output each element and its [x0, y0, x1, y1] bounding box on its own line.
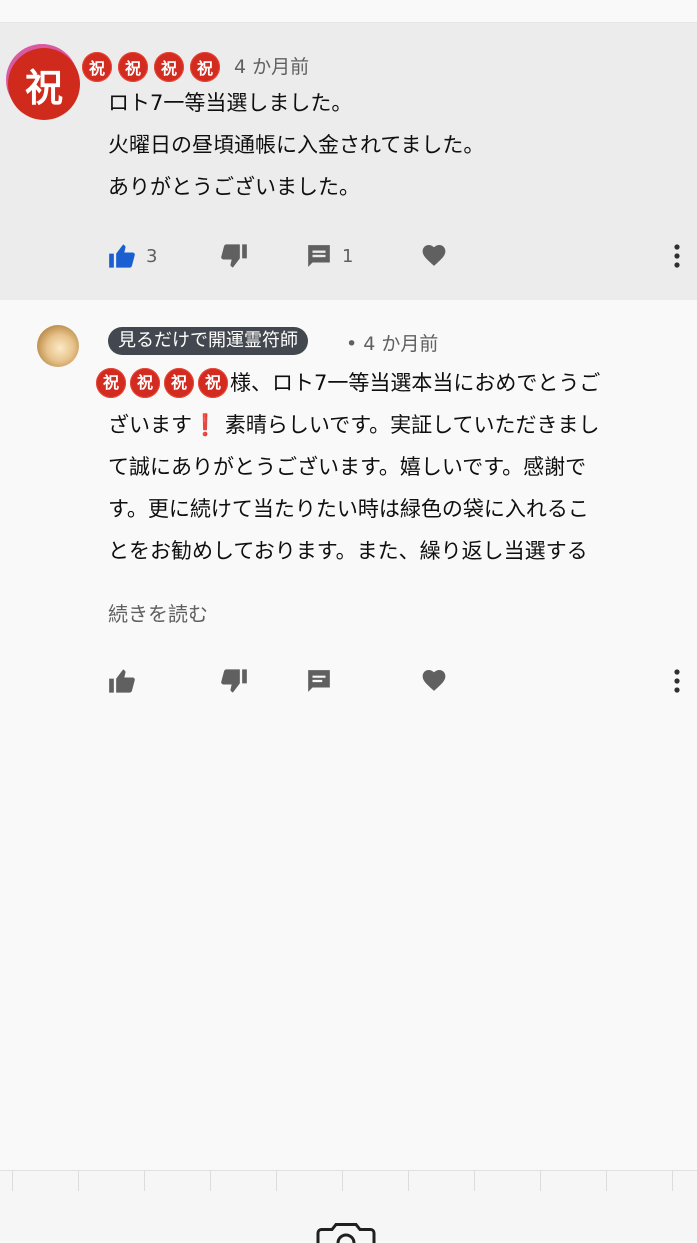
comment-line: ありがとうございました。: [108, 175, 360, 199]
comment-actions: [0, 660, 697, 700]
like-button[interactable]: 3: [108, 243, 157, 269]
iwai-emoji: 祝: [198, 368, 228, 398]
more-options-button[interactable]: [673, 243, 681, 273]
heart-button[interactable]: [421, 243, 447, 267]
author-badge[interactable]: 見るだけで開運霊符師: [108, 327, 308, 355]
reply-count: 1: [342, 245, 354, 267]
comment-text: 祝 祝 祝 祝 様、ロト7一等当選本当におめでとうご ざいます❗ 素晴らしいです…: [96, 362, 688, 572]
thumb-up-icon: [109, 669, 135, 693]
reply-button[interactable]: [306, 668, 332, 694]
dislike-button[interactable]: [220, 668, 248, 694]
top-divider: [0, 0, 697, 23]
like-button[interactable]: [108, 668, 136, 694]
comment-line: て誠にありがとうございます。嬉しいです。感謝で: [108, 455, 587, 479]
heart-button[interactable]: [421, 668, 447, 692]
thumb-down-icon: [221, 669, 247, 693]
reply-button[interactable]: 1: [306, 243, 353, 269]
comment-line: 火曜日の昼頃通帳に入金されてました。: [108, 133, 485, 157]
comment-icon: [308, 245, 330, 267]
comment-line: 祝 祝 祝 祝 様、ロト7一等当選本当におめでとうご: [96, 362, 688, 404]
avatar[interactable]: 祝: [8, 48, 80, 120]
comment-line: ロト7一等当選しました。: [108, 91, 353, 115]
iwai-emoji: 祝: [164, 368, 194, 398]
iwai-emoji: 祝: [154, 52, 184, 82]
more-vert-icon: [674, 669, 680, 693]
heart-icon: [422, 245, 446, 266]
comment-text: ロト7一等当選しました。 火曜日の昼頃通帳に入金されてました。 ありがとうござい…: [108, 82, 484, 208]
iwai-emoji: 祝: [82, 52, 112, 82]
more-vert-icon: [674, 244, 680, 268]
comment-line: ざいます❗ 素晴らしいです。実証していただきまし: [108, 413, 600, 437]
thumb-up-icon: [109, 244, 135, 268]
comment-time: 4 か月前: [234, 56, 310, 78]
iwai-emoji: 祝: [96, 368, 126, 398]
dislike-button[interactable]: [220, 243, 248, 269]
ruler-ticks: [0, 1171, 697, 1191]
iwai-emoji: 祝: [118, 52, 148, 82]
author-name-emoji[interactable]: 祝 祝 祝 祝: [82, 52, 220, 82]
iwai-emoji: 祝: [190, 52, 220, 82]
camera-icon[interactable]: [316, 1223, 376, 1243]
avatar[interactable]: [37, 325, 79, 367]
iwai-emoji: 祝: [130, 368, 160, 398]
comment-icon: [308, 670, 330, 692]
bottom-toolbar: [0, 1170, 697, 1243]
comment-line-text: 様、ロト7一等当選本当におめでとうご: [230, 371, 601, 395]
comment-actions: 3 1: [0, 235, 697, 275]
heart-icon: [422, 670, 446, 691]
more-options-button[interactable]: [673, 668, 681, 698]
comment-time: • 4 か月前: [346, 333, 439, 355]
comment-line: す。更に続けて当たりたい時は緑色の袋に入れるこ: [108, 497, 589, 521]
mention-emoji[interactable]: 祝 祝 祝 祝: [96, 368, 228, 398]
like-count: 3: [146, 245, 158, 267]
comment-line: とをお勧めしております。また、繰り返し当選する: [108, 539, 588, 563]
read-more-link[interactable]: 続きを読む: [108, 598, 208, 627]
thumb-down-icon: [221, 244, 247, 268]
